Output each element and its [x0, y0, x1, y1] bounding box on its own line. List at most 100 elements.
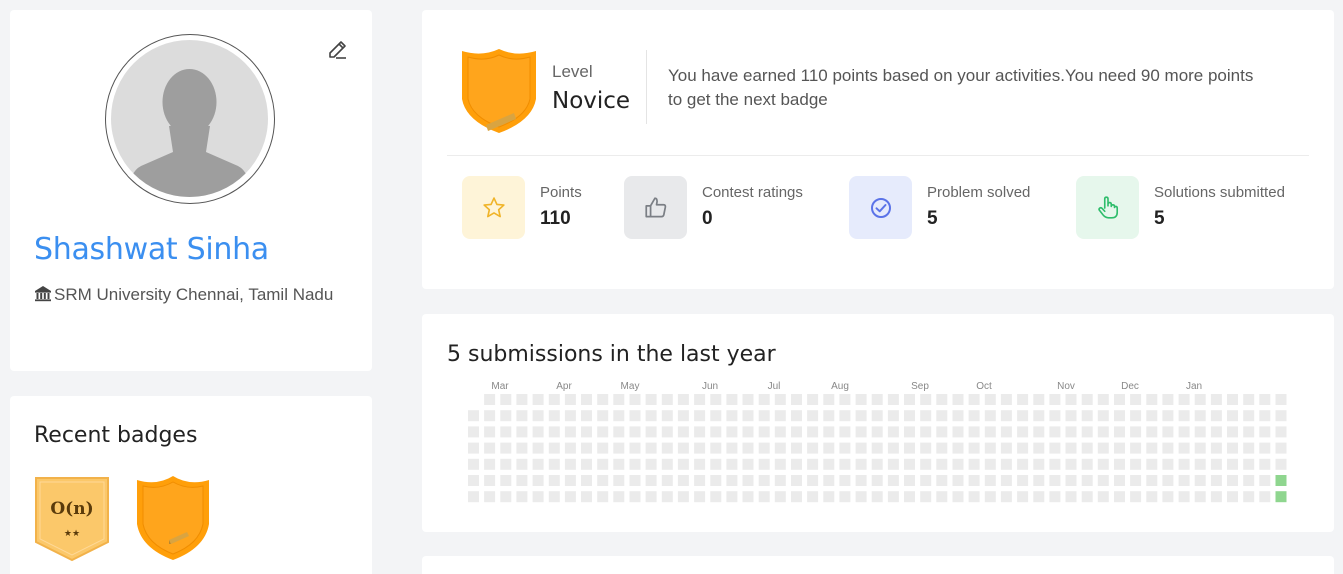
heatmap-cell[interactable]	[904, 394, 915, 405]
heatmap-cell[interactable]	[1162, 491, 1174, 503]
heatmap-cell[interactable]	[855, 426, 867, 438]
heatmap-cell[interactable]	[758, 410, 770, 422]
heatmap-cell[interactable]	[613, 410, 625, 422]
heatmap-cell[interactable]	[904, 442, 915, 454]
heatmap-cell[interactable]	[661, 394, 673, 405]
heatmap-cell[interactable]	[548, 394, 560, 405]
heatmap-cell[interactable]	[1162, 442, 1174, 454]
heatmap-cell[interactable]	[1081, 475, 1093, 486]
heatmap-cell[interactable]	[871, 491, 883, 503]
heatmap-cell[interactable]	[1162, 475, 1174, 486]
heatmap-cell[interactable]	[1275, 442, 1287, 454]
heatmap-cell[interactable]	[1097, 475, 1109, 486]
heatmap-cell[interactable]	[597, 442, 609, 454]
heatmap-cell[interactable]	[1081, 458, 1093, 470]
heatmap-cell[interactable]	[936, 410, 948, 422]
heatmap-cell[interactable]	[1243, 410, 1255, 422]
heatmap-cell[interactable]	[1114, 426, 1125, 438]
heatmap-cell[interactable]	[1259, 442, 1271, 454]
heatmap-cell[interactable]	[1178, 442, 1190, 454]
heatmap-cell[interactable]	[791, 458, 802, 470]
heatmap-cell[interactable]	[984, 475, 996, 486]
heatmap-cell[interactable]	[904, 458, 915, 470]
heatmap-cell[interactable]	[564, 410, 576, 422]
heatmap-cell[interactable]	[1275, 491, 1287, 503]
heatmap-cell[interactable]	[887, 410, 899, 422]
heatmap-cell[interactable]	[791, 475, 802, 486]
heatmap-cell[interactable]	[774, 491, 786, 503]
heatmap-cell[interactable]	[1259, 394, 1271, 405]
heatmap-cell[interactable]	[1017, 491, 1029, 503]
heatmap-cell[interactable]	[1194, 426, 1206, 438]
heatmap-cell[interactable]	[1097, 442, 1109, 454]
heatmap-cell[interactable]	[677, 394, 689, 405]
heatmap-cell[interactable]	[823, 442, 835, 454]
heatmap-cell[interactable]	[1146, 491, 1158, 503]
heatmap-cell[interactable]	[807, 426, 819, 438]
heatmap-cell[interactable]	[516, 442, 528, 454]
heatmap-cell[interactable]	[807, 442, 819, 454]
heatmap-cell[interactable]	[500, 426, 512, 438]
heatmap-cell[interactable]	[904, 475, 915, 486]
heatmap-cell[interactable]	[581, 394, 592, 405]
heatmap-cell[interactable]	[532, 394, 544, 405]
heatmap-cell[interactable]	[1017, 426, 1029, 438]
heatmap-cell[interactable]	[694, 394, 706, 405]
heatmap-cell[interactable]	[1259, 410, 1271, 422]
heatmap-cell[interactable]	[1130, 442, 1142, 454]
heatmap-cell[interactable]	[774, 475, 786, 486]
heatmap-cell[interactable]	[871, 458, 883, 470]
heatmap-cell[interactable]	[936, 394, 948, 405]
heatmap-cell[interactable]	[516, 394, 528, 405]
heatmap-cell[interactable]	[1114, 491, 1125, 503]
heatmap-cell[interactable]	[936, 475, 948, 486]
heatmap-cell[interactable]	[936, 458, 948, 470]
heatmap-cell[interactable]	[468, 475, 479, 486]
heatmap-cell[interactable]	[1065, 410, 1077, 422]
heatmap-cell[interactable]	[581, 426, 592, 438]
heatmap-cell[interactable]	[984, 491, 996, 503]
heatmap-cell[interactable]	[1049, 475, 1061, 486]
heatmap-cell[interactable]	[758, 426, 770, 438]
heatmap-cell[interactable]	[1178, 394, 1190, 405]
heatmap-cell[interactable]	[871, 442, 883, 454]
heatmap-cell[interactable]	[661, 458, 673, 470]
heatmap-cell[interactable]	[726, 426, 738, 438]
heatmap-cell[interactable]	[1194, 442, 1206, 454]
heatmap-cell[interactable]	[1178, 475, 1190, 486]
heatmap-cell[interactable]	[1114, 458, 1125, 470]
heatmap-cell[interactable]	[823, 491, 835, 503]
heatmap-cell[interactable]	[1275, 410, 1287, 422]
heatmap-cell[interactable]	[774, 442, 786, 454]
heatmap-cell[interactable]	[1033, 491, 1045, 503]
heatmap-cell[interactable]	[484, 426, 496, 438]
heatmap-cell[interactable]	[952, 491, 964, 503]
heatmap-cell[interactable]	[1243, 491, 1255, 503]
heatmap-cell[interactable]	[952, 458, 964, 470]
heatmap-cell[interactable]	[968, 426, 980, 438]
heatmap-cell[interactable]	[564, 475, 576, 486]
heatmap-cell[interactable]	[1275, 394, 1287, 405]
heatmap-cell[interactable]	[1210, 475, 1222, 486]
heatmap-cell[interactable]	[1130, 426, 1142, 438]
heatmap-cell[interactable]	[1081, 410, 1093, 422]
heatmap-cell[interactable]	[920, 442, 932, 454]
heatmap-cell[interactable]	[1210, 442, 1222, 454]
heatmap-cell[interactable]	[645, 394, 657, 405]
heatmap-cell[interactable]	[1130, 458, 1142, 470]
heatmap-cell[interactable]	[1275, 475, 1287, 486]
heatmap-cell[interactable]	[468, 491, 479, 503]
heatmap-cell[interactable]	[1097, 458, 1109, 470]
heatmap-cell[interactable]	[581, 491, 592, 503]
heatmap-cell[interactable]	[677, 426, 689, 438]
heatmap-cell[interactable]	[1017, 458, 1029, 470]
heatmap-cell[interactable]	[548, 475, 560, 486]
heatmap-cell[interactable]	[1017, 394, 1029, 405]
heatmap-cell[interactable]	[1033, 410, 1045, 422]
heatmap-cell[interactable]	[855, 475, 867, 486]
heatmap-cell[interactable]	[1017, 442, 1029, 454]
heatmap-cell[interactable]	[726, 410, 738, 422]
heatmap-cell[interactable]	[1275, 458, 1287, 470]
heatmap-cell[interactable]	[677, 410, 689, 422]
heatmap-cell[interactable]	[855, 410, 867, 422]
